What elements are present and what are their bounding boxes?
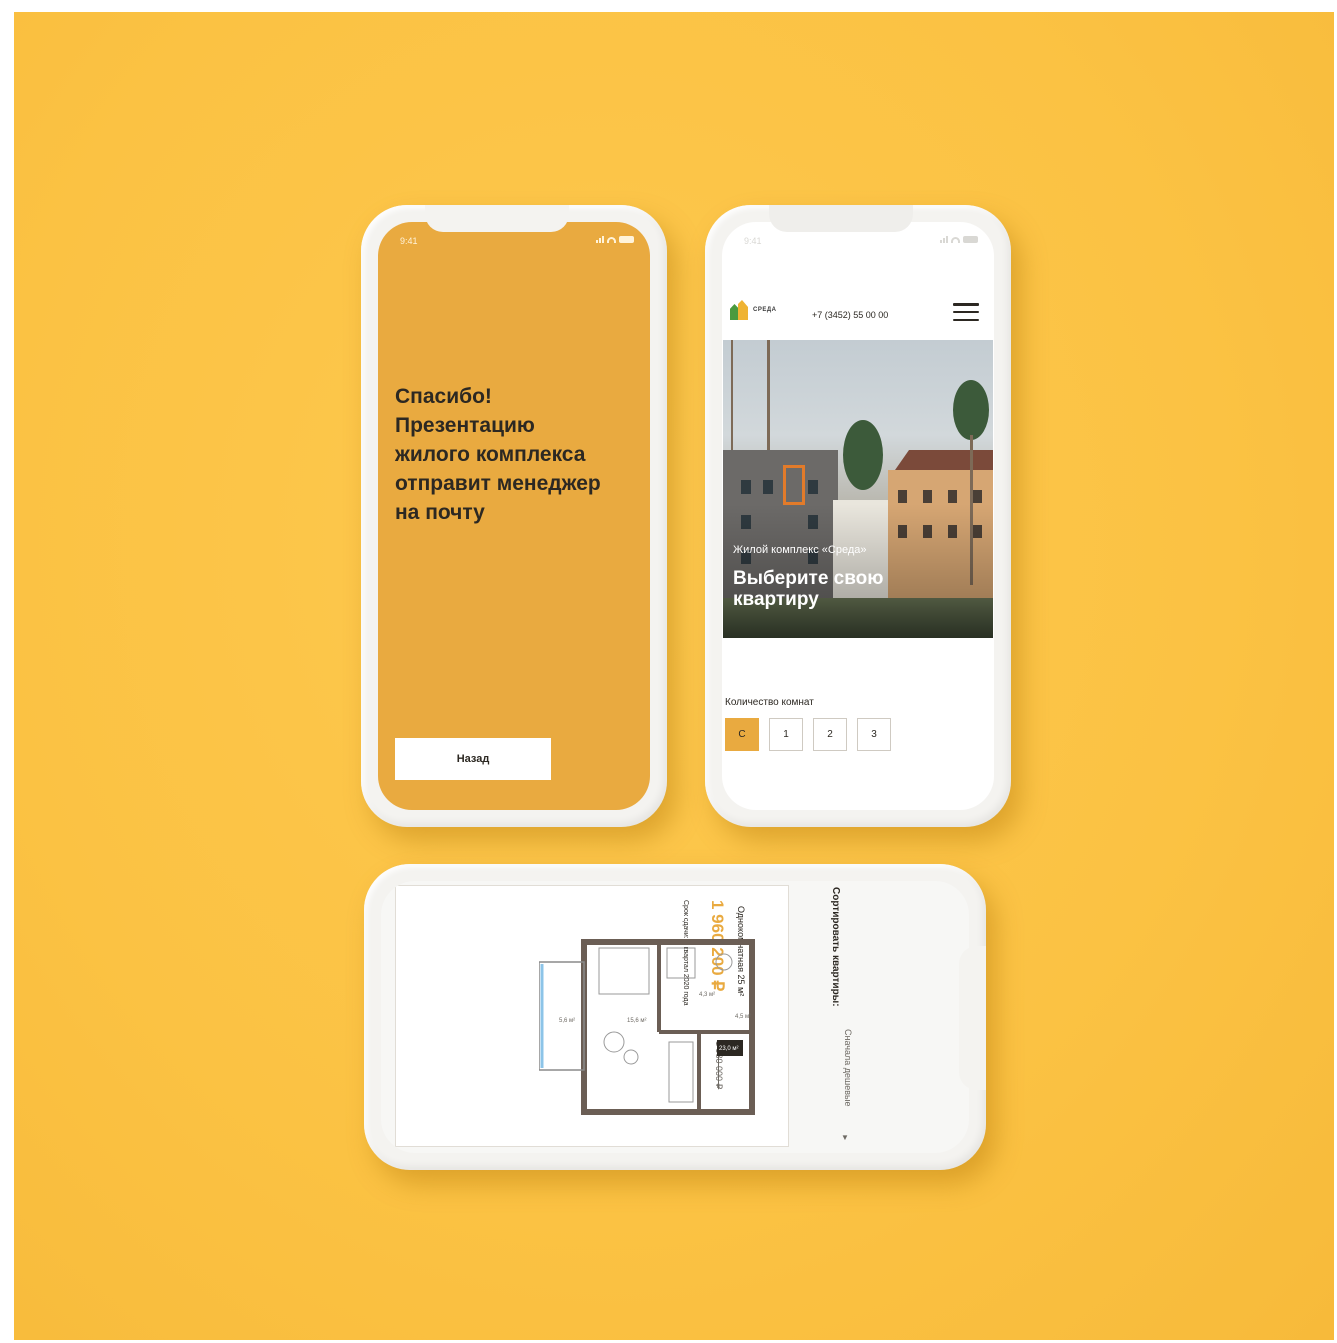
phone-apartment-card: Сортировать квартиры: Сначала дешевые ▼ … — [364, 864, 986, 1170]
plan-label-hall: 4,5 м² — [735, 1014, 751, 1020]
contact-phone-link[interactable]: +7 (3452) 55 00 00 — [812, 310, 888, 320]
status-icons — [596, 236, 634, 243]
status-icons — [940, 236, 978, 243]
apartment-list-screen: Сортировать квартиры: Сначала дешевые ▼ … — [381, 881, 969, 1153]
site-logo[interactable]: СРЕДА — [730, 300, 776, 320]
logo-text: СРЕДА — [753, 307, 777, 313]
phone-apartment-select: 9:41 СРЕДА +7 (3452) 55 00 00 Жилой комп… — [705, 205, 1011, 827]
chevron-down-icon[interactable]: ▼ — [841, 1133, 849, 1142]
back-button[interactable]: Назад — [395, 738, 551, 780]
notch — [769, 205, 913, 232]
hero-subtitle: Жилой комплекс «Среда» — [733, 544, 867, 556]
menu-icon[interactable] — [953, 303, 979, 321]
status-time: 9:41 — [744, 236, 762, 246]
battery-icon — [619, 236, 634, 243]
hero-image: Жилой комплекс «Среда» Выберите свою ква… — [723, 340, 993, 638]
thank-you-screen: 9:41 Спасибо! Презентацию жилого комплек… — [378, 222, 650, 810]
signal-icon — [940, 236, 948, 243]
room-option-studio[interactable]: С — [725, 718, 759, 751]
apartment-select-screen: 9:41 СРЕДА +7 (3452) 55 00 00 Жилой комп… — [722, 222, 994, 810]
floor-plan-image: 5,6 м² 15,6 м² 4,3 м² 4,5 м² 23,0 м² — [539, 939, 755, 1115]
plan-label-room: 15,6 м² — [627, 1018, 646, 1024]
apartment-card[interactable]: Однокомнатная 25 м² 1 960 200 ₽ 1 980 00… — [395, 885, 789, 1147]
status-time: 9:41 — [400, 236, 418, 246]
battery-icon — [963, 236, 978, 243]
plan-label-balcony: 5,6 м² — [559, 1018, 575, 1024]
room-option-2[interactable]: 2 — [813, 718, 847, 751]
room-count-selector: С 1 2 3 — [725, 718, 891, 751]
plan-label-total: 23,0 м² — [719, 1046, 738, 1052]
logo-icon — [730, 300, 748, 320]
wifi-icon — [951, 237, 960, 243]
phone-thank-you: 9:41 Спасибо! Презентацию жилого комплек… — [361, 205, 667, 827]
room-option-3[interactable]: 3 — [857, 718, 891, 751]
notch — [425, 205, 569, 232]
room-option-1[interactable]: 1 — [769, 718, 803, 751]
notch — [959, 946, 986, 1090]
plan-label-bath: 4,3 м² — [699, 992, 715, 998]
wifi-icon — [607, 237, 616, 243]
sort-select[interactable]: Сначала дешевые — [837, 1029, 853, 1149]
hero-title: Выберите свою квартиру — [733, 568, 884, 610]
rooms-label: Количество комнат — [725, 697, 814, 708]
thank-you-message: Спасибо! Презентацию жилого комплекса от… — [395, 385, 601, 524]
signal-icon — [596, 236, 604, 243]
